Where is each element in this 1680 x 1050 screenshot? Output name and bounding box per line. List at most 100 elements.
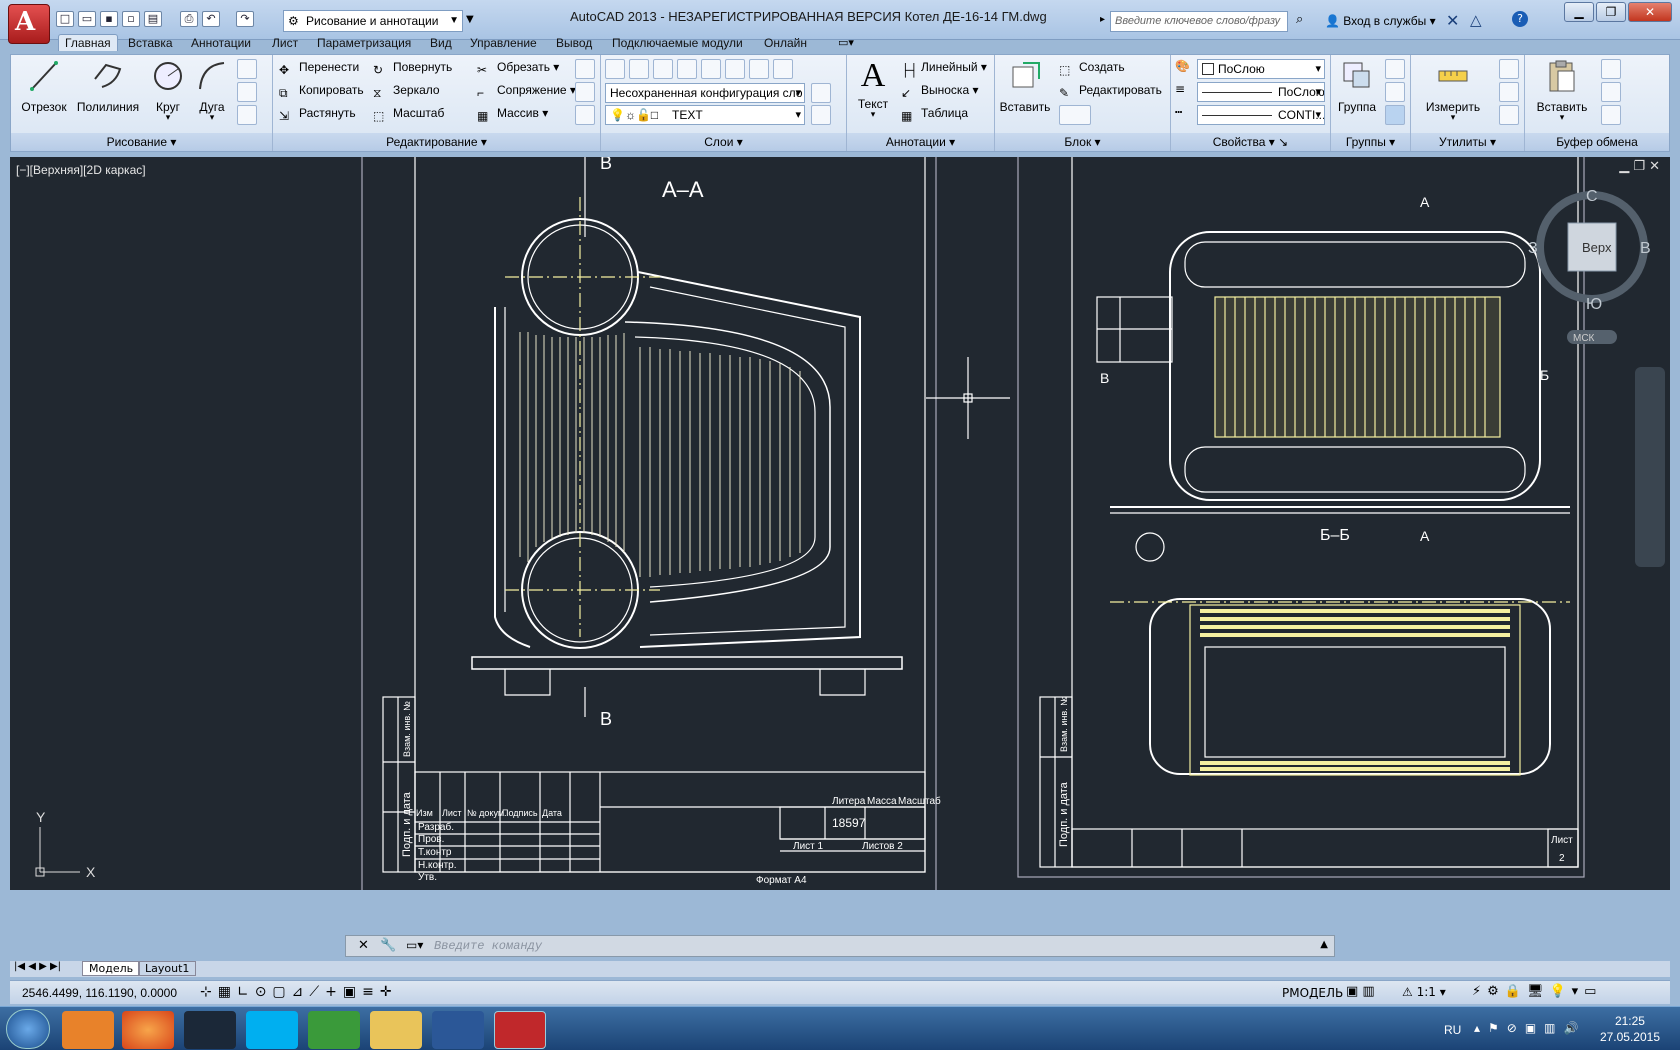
- tab-addins[interactable]: Подключаемые модули: [612, 36, 743, 50]
- layer-state-icon[interactable]: [629, 59, 649, 79]
- fillet-button[interactable]: ⌐ Сопряжение ▾: [477, 80, 576, 100]
- tab-online[interactable]: Онлайн: [764, 36, 807, 50]
- tab-nav-arrows[interactable]: |◀ ◀ ▶ ▶|: [14, 961, 61, 972]
- polyline-button[interactable]: Полилиния: [73, 59, 143, 114]
- linear-dim-button[interactable]: ├┤ Линейный ▾: [901, 57, 987, 77]
- word-icon[interactable]: [432, 1011, 484, 1049]
- layer-previous-icon[interactable]: [677, 59, 697, 79]
- quick-view-icon[interactable]: ▣ ▥: [1346, 984, 1375, 999]
- exchange-icon[interactable]: ✕: [1446, 11, 1459, 30]
- command-line[interactable]: ✕ 🔧 ▭▾ Введите команду ▲: [345, 935, 1335, 957]
- measure-button[interactable]: Измерить ▾: [1413, 59, 1493, 123]
- quick-select-icon[interactable]: [1499, 59, 1519, 79]
- tab-output[interactable]: Вывод: [556, 36, 592, 50]
- search-input[interactable]: Введите ключевое слово/фразу: [1110, 11, 1288, 32]
- draw-panel-title[interactable]: Рисование ▾: [11, 133, 272, 151]
- tab-layout[interactable]: Лист: [272, 36, 298, 50]
- paste-button[interactable]: Вставить ▾: [1529, 59, 1595, 123]
- open-icon[interactable]: ▭: [78, 11, 96, 27]
- mirror-button[interactable]: ⧖ Зеркало: [373, 80, 440, 100]
- copy-button[interactable]: ⧉ Копировать: [279, 80, 364, 100]
- ungroup-icon[interactable]: [1385, 59, 1405, 79]
- edit-block-button[interactable]: ✎ Редактировать: [1059, 80, 1162, 100]
- drawing-canvas[interactable]: [−][Верхняя][2D каркас] ▁ ❐ ✕ А–А В В Б–…: [10, 157, 1670, 890]
- qat-dropdown-icon[interactable]: ▼: [466, 14, 474, 25]
- workspace-status-icons[interactable]: ⚡⚙🔒🖥💡▾▭: [1472, 984, 1602, 999]
- group-select-icon[interactable]: [1385, 105, 1405, 125]
- redo-icon[interactable]: ↷: [236, 11, 254, 27]
- explorer-icon[interactable]: [370, 1011, 422, 1049]
- save-as-icon[interactable]: ▫: [122, 11, 140, 27]
- close-button[interactable]: ✕: [1628, 2, 1672, 22]
- undo-icon[interactable]: ↶: [202, 11, 220, 27]
- group-button[interactable]: Группа: [1333, 59, 1381, 114]
- copy-clip-icon[interactable]: [1601, 82, 1621, 102]
- steam-icon[interactable]: [184, 1011, 236, 1049]
- arc-button[interactable]: Дуга ▾: [187, 59, 237, 123]
- array-button[interactable]: ▦ Массив ▾: [477, 103, 548, 123]
- insert-block-button[interactable]: Вставить: [997, 59, 1053, 114]
- login-button[interactable]: 👤 Вход в службы ▾: [1325, 14, 1436, 28]
- print-icon[interactable]: ⎙: [180, 11, 198, 27]
- utorrent-icon[interactable]: [308, 1011, 360, 1049]
- tab-annotate[interactable]: Аннотации: [191, 36, 251, 50]
- tab-view[interactable]: Вид: [430, 36, 452, 50]
- minimize-button[interactable]: ▁: [1564, 2, 1594, 22]
- groups-panel-title[interactable]: Группы ▾: [1331, 133, 1410, 151]
- tab-insert[interactable]: Вставка: [128, 36, 173, 50]
- command-prompt-icon[interactable]: ▭▾: [406, 938, 423, 952]
- clipboard-panel-title[interactable]: Буфер обмена: [1525, 133, 1669, 151]
- clock[interactable]: 21:25 27.05.2015: [1600, 1013, 1660, 1045]
- table-button[interactable]: ▦ Таблица: [901, 103, 968, 123]
- block-panel-title[interactable]: Блок ▾: [995, 133, 1170, 151]
- erase-icon[interactable]: [575, 59, 595, 79]
- workspace-selector[interactable]: ⚙ Рисование и аннотации ▼: [283, 10, 463, 32]
- lineweight-select[interactable]: CONTI...: [1197, 105, 1325, 125]
- plot-icon[interactable]: ▤: [144, 11, 162, 27]
- leader-button[interactable]: ↙ Выноска ▾: [901, 80, 978, 100]
- tray-icons[interactable]: ▴⚑⊘▣▥🔊: [1474, 1021, 1586, 1035]
- start-button[interactable]: [6, 1009, 50, 1049]
- select-all-icon[interactable]: [1499, 82, 1519, 102]
- annotation-panel-title[interactable]: Аннотации ▾: [847, 133, 994, 151]
- lineweight-icon[interactable]: ≡: [1175, 82, 1195, 102]
- firefox-icon[interactable]: [122, 1011, 174, 1049]
- layer-state-select[interactable]: Несохраненная конфигурация сло: [605, 83, 805, 103]
- line-button[interactable]: Отрезок: [15, 59, 73, 114]
- tab-layout1[interactable]: Layout1: [138, 961, 197, 976]
- media-player-icon[interactable]: [62, 1011, 114, 1049]
- hatch-icon[interactable]: [237, 82, 257, 102]
- ribbon-options-icon[interactable]: ▭▾: [838, 36, 854, 49]
- linetype-select[interactable]: ПоСлою: [1197, 82, 1325, 102]
- layer-unisolate-icon[interactable]: [725, 59, 745, 79]
- layer-freeze-icon[interactable]: [749, 59, 769, 79]
- binoculars-icon[interactable]: ⌕: [1296, 12, 1303, 27]
- wrench-icon[interactable]: 🔧: [380, 938, 396, 953]
- tab-model[interactable]: Модель: [82, 961, 141, 976]
- explode-icon[interactable]: [575, 82, 595, 102]
- tab-parametric[interactable]: Параметризация: [317, 36, 411, 50]
- color-select[interactable]: ПоСлою: [1197, 59, 1325, 79]
- gradient-icon[interactable]: [237, 105, 257, 125]
- match-properties-icon[interactable]: 🎨: [1175, 59, 1195, 79]
- autocad-taskbar-icon[interactable]: [494, 1011, 546, 1049]
- scale-button[interactable]: ⬚ Масштаб: [373, 103, 444, 123]
- calculator-icon[interactable]: [1499, 105, 1519, 125]
- chevron-right-icon[interactable]: ▸: [1100, 14, 1105, 25]
- tab-manage[interactable]: Управление: [470, 36, 537, 50]
- layer-select[interactable]: 💡☼🔓□ TEXT: [605, 105, 805, 125]
- layer-walk-icon[interactable]: [811, 83, 831, 103]
- match-props-clip-icon[interactable]: [1601, 105, 1621, 125]
- stretch-button[interactable]: ⇲ Растянуть: [279, 103, 356, 123]
- close-icon[interactable]: ✕: [358, 938, 369, 953]
- language-indicator[interactable]: RU: [1444, 1023, 1461, 1037]
- trim-button[interactable]: ✂ Обрезать ▾: [477, 57, 559, 77]
- layers-panel-title[interactable]: Слои ▾: [601, 133, 846, 151]
- properties-panel-title[interactable]: Свойства ▾ ↘: [1171, 133, 1330, 151]
- new-icon[interactable]: □: [56, 11, 74, 27]
- utilities-panel-title[interactable]: Утилиты ▾: [1411, 133, 1524, 151]
- attribute-icon[interactable]: [1059, 105, 1091, 125]
- help-icon[interactable]: ?: [1512, 11, 1528, 27]
- move-button[interactable]: ✥ Перенести: [279, 57, 359, 77]
- make-current-icon[interactable]: [811, 105, 831, 125]
